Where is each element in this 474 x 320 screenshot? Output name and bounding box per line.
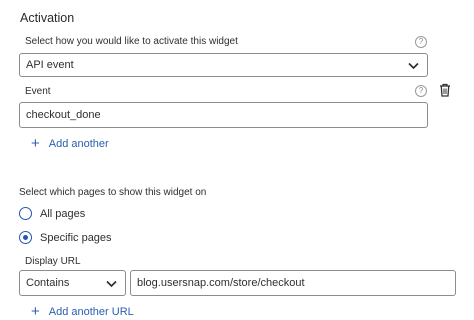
display-url-label: Display URL	[25, 256, 81, 267]
event-input-value: checkout_done	[26, 109, 101, 121]
chevron-down-icon	[408, 62, 419, 70]
activation-select-label: Select how you would like to activate th…	[25, 36, 238, 47]
chevron-down-icon	[106, 280, 117, 288]
radio-specific-pages-label: Specific pages	[40, 231, 112, 244]
event-label: Event	[25, 86, 51, 97]
match-type-select[interactable]: Contains	[19, 270, 126, 296]
pages-label: Select which pages to show this widget o…	[19, 187, 207, 198]
radio-all-pages-label: All pages	[40, 207, 86, 220]
activation-select[interactable]: API event	[19, 53, 428, 77]
event-input[interactable]: checkout_done	[19, 102, 428, 128]
plus-icon: +	[31, 303, 40, 320]
add-another-url-label: Add another URL	[48, 306, 134, 318]
match-type-value: Contains	[26, 277, 70, 289]
radio-circle-checked[interactable]	[19, 231, 32, 244]
plus-icon: +	[31, 135, 40, 152]
url-input[interactable]: blog.usersnap.com/store/checkout	[130, 270, 456, 296]
add-another-link[interactable]: + Add another	[31, 135, 109, 152]
add-another-label: Add another	[48, 138, 109, 150]
url-input-value: blog.usersnap.com/store/checkout	[137, 277, 305, 289]
activation-select-value: API event	[26, 59, 74, 71]
radio-circle[interactable]	[19, 207, 32, 220]
add-another-url-link[interactable]: + Add another URL	[31, 303, 134, 320]
help-icon[interactable]: ?	[415, 36, 427, 48]
radio-specific-pages[interactable]: Specific pages	[19, 231, 112, 244]
help-icon[interactable]: ?	[415, 85, 427, 97]
section-title: Activation	[20, 11, 75, 25]
trash-icon[interactable]	[439, 83, 451, 97]
radio-all-pages[interactable]: All pages	[19, 207, 85, 220]
